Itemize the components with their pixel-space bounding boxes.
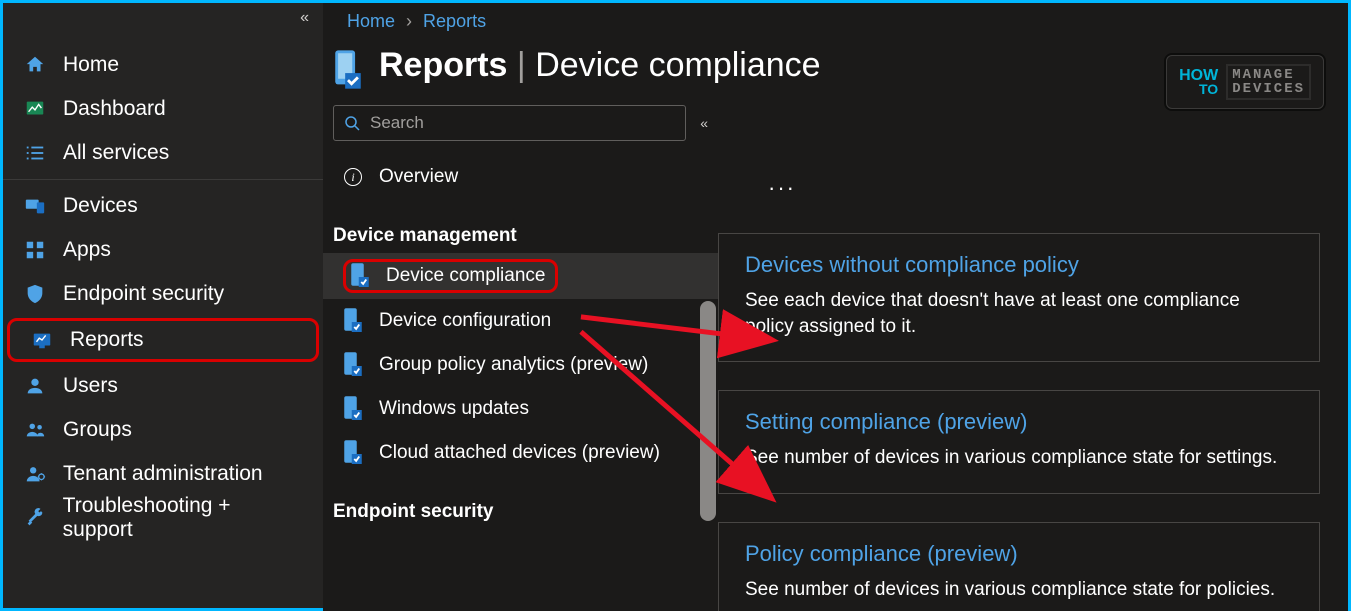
search-input[interactable]: Search (333, 105, 686, 141)
sub-item-cloud-attached[interactable]: Cloud attached devices (preview) (323, 431, 718, 475)
cards-area: ··· Devices without compliance policy Se… (718, 105, 1348, 611)
page-title: Reports | Device compliance (379, 46, 821, 85)
admin-icon (23, 462, 47, 486)
device-icon (343, 397, 363, 421)
card-desc: See number of devices in various complia… (745, 577, 1293, 603)
sub-label: Overview (379, 166, 458, 188)
card-title: Setting compliance (preview) (745, 409, 1293, 435)
sidebar-item-apps[interactable]: Apps (3, 228, 323, 272)
info-icon: i (343, 165, 363, 189)
panel-collapse-icon[interactable]: « (700, 115, 708, 131)
list-icon (23, 141, 47, 165)
apps-icon (23, 238, 47, 262)
sidebar-label: Dashboard (63, 97, 166, 121)
sidebar-item-devices[interactable]: Devices (3, 184, 323, 228)
device-icon (343, 353, 363, 377)
wrench-icon (23, 506, 47, 530)
sub-item-device-compliance[interactable]: Device compliance (323, 253, 718, 299)
sub-label: Device configuration (379, 310, 551, 332)
sidebar-collapse-icon[interactable]: « (300, 9, 309, 27)
breadcrumb-reports[interactable]: Reports (423, 11, 486, 31)
sidebar-label: All services (63, 141, 169, 165)
divider (3, 179, 323, 180)
dashboard-icon (23, 97, 47, 121)
sidebar-label: Apps (63, 238, 111, 262)
sidebar-item-dashboard[interactable]: Dashboard (3, 87, 323, 131)
scrollbar-thumb[interactable] (700, 301, 716, 521)
device-icon (350, 264, 370, 288)
card-title: Policy compliance (preview) (745, 541, 1293, 567)
chevron-right-icon: › (406, 11, 412, 31)
sub-item-group-policy[interactable]: Group policy analytics (preview) (323, 343, 718, 387)
sub-label: Group policy analytics (preview) (379, 354, 648, 376)
sidebar-item-reports[interactable]: Reports (7, 318, 319, 362)
sub-item-windows-updates[interactable]: Windows updates (323, 387, 718, 431)
category-endpoint-security: Endpoint security (323, 475, 718, 529)
scrollbar[interactable] (698, 301, 718, 611)
card-title: Devices without compliance policy (745, 252, 1293, 278)
groups-icon (23, 418, 47, 442)
sidebar-label: Troubleshooting + support (63, 494, 303, 542)
sub-label: Cloud attached devices (preview) (379, 442, 660, 464)
sub-nav-panel: Search « i Overview Device management De… (323, 105, 718, 611)
user-icon (23, 374, 47, 398)
more-actions-button[interactable]: ··· (768, 175, 796, 201)
sidebar-item-tenant-admin[interactable]: Tenant administration (3, 452, 323, 496)
sidebar: « Home Dashboard All services Devices Ap… (3, 3, 323, 608)
sidebar-label: Endpoint security (63, 282, 224, 306)
sidebar-label: Groups (63, 418, 132, 442)
watermark-logo: HOW TO MANAGE DEVICES (1166, 55, 1324, 109)
category-device-management: Device management (323, 199, 718, 253)
sidebar-label: Reports (70, 328, 144, 352)
sidebar-label: Home (63, 53, 119, 77)
watermark-text: DEVICES (1232, 82, 1305, 96)
watermark-text: TO (1179, 83, 1218, 96)
card-policy-compliance[interactable]: Policy compliance (preview) See number o… (718, 522, 1320, 611)
watermark-text: MANAGE (1232, 68, 1305, 82)
sidebar-label: Users (63, 374, 118, 398)
device-compliance-icon (331, 49, 365, 83)
sidebar-label: Tenant administration (63, 462, 263, 486)
card-desc: See each device that doesn't have at lea… (745, 288, 1293, 339)
shield-icon (23, 282, 47, 306)
sidebar-item-groups[interactable]: Groups (3, 408, 323, 452)
breadcrumb-home[interactable]: Home (347, 11, 395, 31)
sidebar-item-all-services[interactable]: All services (3, 131, 323, 175)
reports-icon (30, 328, 54, 352)
search-icon (344, 115, 360, 131)
sidebar-item-home[interactable]: Home (3, 43, 323, 87)
sub-label: Device compliance (386, 265, 545, 287)
card-setting-compliance[interactable]: Setting compliance (preview) See number … (718, 390, 1320, 494)
home-icon (23, 53, 47, 77)
search-placeholder: Search (370, 113, 424, 133)
sub-item-overview[interactable]: i Overview (323, 155, 718, 199)
sub-item-device-configuration[interactable]: Device configuration (323, 299, 718, 343)
sub-label: Windows updates (379, 398, 529, 420)
card-desc: See number of devices in various complia… (745, 445, 1293, 471)
devices-icon (23, 194, 47, 218)
sidebar-item-users[interactable]: Users (3, 364, 323, 408)
sidebar-label: Devices (63, 194, 138, 218)
device-icon (343, 441, 363, 465)
sidebar-item-troubleshooting[interactable]: Troubleshooting + support (3, 496, 323, 540)
device-icon (343, 309, 363, 333)
sidebar-item-endpoint-security[interactable]: Endpoint security (3, 272, 323, 316)
card-devices-without-policy[interactable]: Devices without compliance policy See ea… (718, 233, 1320, 362)
breadcrumb: Home › Reports (323, 3, 1348, 32)
